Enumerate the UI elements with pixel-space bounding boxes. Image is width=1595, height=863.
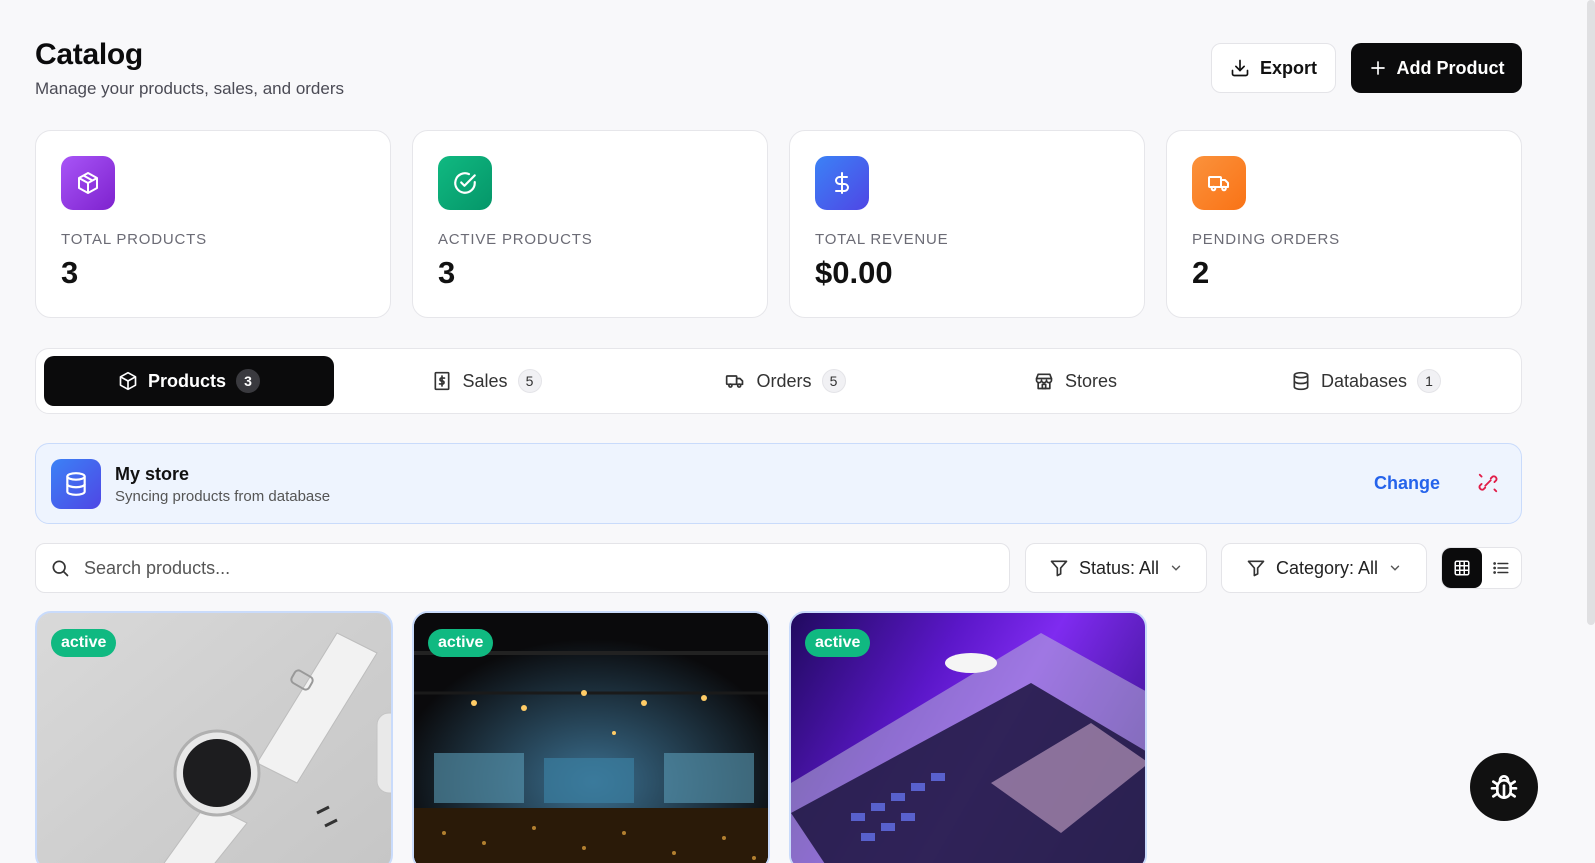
- list-icon: [1493, 562, 1509, 574]
- tab-count: 5: [821, 369, 846, 393]
- stat-card-total-revenue: TOTAL REVENUE $0.00: [789, 130, 1145, 318]
- bug-icon: [1490, 775, 1518, 799]
- stat-value: 3: [61, 255, 79, 290]
- chevron-down-icon: [1390, 565, 1400, 571]
- status-filter[interactable]: Status: All: [1025, 543, 1207, 593]
- catalog-page: Catalog Manage your products, sales, and…: [35, 0, 1522, 863]
- dollar-icon: [815, 156, 869, 210]
- stat-label: PENDING ORDERS: [1192, 231, 1340, 248]
- bug-report-button[interactable]: [1470, 753, 1538, 821]
- page-subtitle: Manage your products, sales, and orders: [35, 79, 345, 98]
- tab-databases[interactable]: Databases 1: [1221, 356, 1511, 406]
- store-icon: [1035, 373, 1053, 390]
- product-card[interactable]: active: [412, 611, 770, 863]
- tab-sales[interactable]: Sales 5: [342, 356, 632, 406]
- stat-card-active-products: ACTIVE PRODUCTS 3: [412, 130, 768, 318]
- database-icon: [51, 459, 101, 509]
- tab-count: 1: [1417, 369, 1442, 393]
- store-name: My store: [115, 464, 190, 484]
- tab-orders[interactable]: Orders 5: [640, 356, 930, 406]
- list-view-button[interactable]: [1482, 548, 1522, 588]
- stat-card-pending-orders: PENDING ORDERS 2: [1166, 130, 1522, 318]
- tab-products[interactable]: Products 3: [44, 356, 334, 406]
- tab-label: Databases: [1320, 370, 1408, 391]
- status-badge: active: [805, 629, 871, 657]
- product-grid: active active active: [35, 611, 1147, 863]
- scrollbar[interactable]: [1587, 0, 1595, 625]
- filter-icon: [1247, 560, 1265, 577]
- category-filter-label: Category: All: [1275, 557, 1379, 578]
- stat-value: 3: [438, 255, 456, 290]
- stat-label: ACTIVE PRODUCTS: [438, 231, 593, 248]
- check-circle-icon: [438, 156, 492, 210]
- stat-value: $0.00: [815, 255, 893, 290]
- truck-icon: [726, 375, 744, 388]
- truck-icon: [1192, 156, 1246, 210]
- change-store-link[interactable]: Change: [1374, 473, 1440, 494]
- view-toggle: [1441, 547, 1522, 589]
- stat-card-total-products: TOTAL PRODUCTS 3: [35, 130, 391, 318]
- add-product-button[interactable]: Add Product: [1351, 43, 1522, 93]
- plus-icon: [1370, 61, 1385, 75]
- section-tabs: Products 3 Sales 5 Orders 5 Stores Datab…: [35, 348, 1522, 414]
- stat-label: TOTAL PRODUCTS: [61, 231, 207, 248]
- tab-count: 3: [236, 369, 260, 393]
- grid-view-button[interactable]: [1442, 548, 1482, 588]
- store-banner: My store Syncing products from database …: [35, 443, 1522, 524]
- export-label: Export: [1259, 57, 1317, 78]
- receipt-icon: [434, 371, 450, 391]
- product-card[interactable]: active: [35, 611, 393, 863]
- stat-label: TOTAL REVENUE: [815, 231, 949, 248]
- tab-count: 5: [517, 369, 542, 393]
- add-product-label: Add Product: [1396, 57, 1505, 78]
- status-filter-label: Status: All: [1078, 557, 1160, 578]
- store-sync-status: Syncing products from database: [115, 488, 331, 505]
- filter-icon: [1050, 560, 1068, 577]
- status-badge: active: [428, 629, 494, 657]
- unlink-icon[interactable]: [1477, 472, 1499, 494]
- tab-stores[interactable]: Stores: [930, 356, 1220, 406]
- chevron-down-icon: [1171, 565, 1181, 571]
- search-input[interactable]: [84, 544, 984, 592]
- product-card[interactable]: active: [789, 611, 1147, 863]
- tab-label: Orders: [756, 370, 812, 391]
- export-button[interactable]: Export: [1211, 43, 1336, 93]
- search-icon: [52, 560, 69, 577]
- stats-row: TOTAL PRODUCTS 3 ACTIVE PRODUCTS 3 TOTAL…: [35, 130, 1522, 318]
- database-icon: [1293, 371, 1309, 391]
- package-icon: [119, 371, 137, 391]
- tab-label: Products: [147, 370, 226, 391]
- page-header: Catalog Manage your products, sales, and…: [35, 0, 1522, 130]
- status-badge: active: [51, 629, 117, 657]
- category-filter[interactable]: Category: All: [1221, 543, 1427, 593]
- stat-value: 2: [1192, 255, 1210, 290]
- search-box: [35, 543, 1010, 593]
- tab-label: Stores: [1064, 370, 1118, 391]
- tab-label: Sales: [462, 370, 508, 391]
- package-icon: [61, 156, 115, 210]
- page-title: Catalog: [35, 38, 143, 71]
- grid-icon: [1454, 560, 1470, 576]
- download-icon: [1231, 59, 1249, 77]
